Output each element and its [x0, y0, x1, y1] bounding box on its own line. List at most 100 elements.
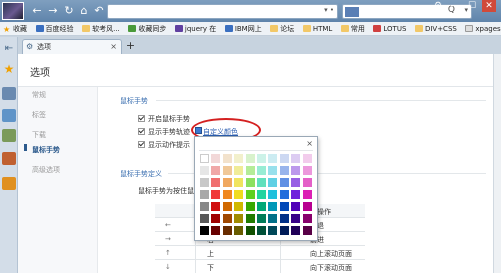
checkbox-show-trail[interactable]	[138, 128, 145, 135]
color-swatch[interactable]	[222, 202, 232, 211]
color-swatch[interactable]	[279, 202, 289, 211]
color-swatch[interactable]	[302, 166, 312, 175]
undo-icon[interactable]: ↶	[92, 4, 106, 18]
user-avatar[interactable]	[2, 2, 24, 20]
color-swatch[interactable]	[211, 154, 221, 163]
search-engine-icon[interactable]	[345, 7, 359, 17]
color-swatch[interactable]	[234, 226, 244, 235]
color-swatch[interactable]	[222, 190, 232, 199]
favorites-star-icon[interactable]: ★	[2, 63, 16, 76]
color-swatch[interactable]	[302, 226, 312, 235]
bookmark-item[interactable]: LOTUS	[373, 22, 406, 35]
color-swatch[interactable]	[234, 214, 244, 223]
color-swatch[interactable]	[257, 190, 266, 199]
color-swatch[interactable]	[279, 154, 289, 163]
bookmark-item[interactable]: DIV+CSS	[414, 22, 457, 35]
color-swatch[interactable]	[234, 190, 244, 199]
color-swatch[interactable]	[200, 178, 209, 187]
color-swatch[interactable]	[222, 154, 232, 163]
color-swatch[interactable]	[291, 154, 301, 163]
color-swatch[interactable]	[268, 178, 278, 187]
close-icon[interactable]: ×	[306, 139, 313, 148]
page-scrollbar[interactable]	[493, 54, 501, 273]
user-group-icon[interactable]	[2, 87, 16, 100]
bookmark-item[interactable]: HTML	[302, 22, 332, 35]
color-swatch[interactable]	[234, 202, 244, 211]
forward-icon[interactable]: →	[46, 4, 60, 18]
bookmark-item[interactable]: 论坛	[270, 22, 294, 35]
color-swatch[interactable]	[302, 154, 312, 163]
new-tab-button[interactable]: +	[124, 40, 137, 53]
color-swatch[interactable]	[268, 214, 278, 223]
bookmark-item[interactable]: IBM网上	[224, 22, 262, 35]
close-window-icon[interactable]: ✕	[482, 0, 496, 12]
color-swatch[interactable]	[234, 166, 244, 175]
option-show-hint[interactable]: 显示动作提示	[138, 140, 190, 150]
color-swatch[interactable]	[200, 226, 209, 235]
color-swatch[interactable]	[291, 166, 301, 175]
nav-mouse-gestures[interactable]: 鼠标手势	[32, 145, 60, 155]
color-swatch[interactable]	[279, 214, 289, 223]
image-icon[interactable]	[2, 109, 16, 122]
color-swatch[interactable]	[234, 178, 244, 187]
color-swatch[interactable]	[302, 214, 312, 223]
color-swatch[interactable]	[211, 202, 221, 211]
bookmark-item[interactable]: xpages	[465, 22, 501, 35]
color-swatch[interactable]	[268, 190, 278, 199]
color-swatch[interactable]	[257, 178, 266, 187]
color-swatch[interactable]	[302, 202, 312, 211]
color-swatch[interactable]	[245, 214, 255, 223]
color-swatch[interactable]	[268, 154, 278, 163]
color-swatch[interactable]	[245, 202, 255, 211]
color-swatch[interactable]	[200, 166, 209, 175]
calendar-icon[interactable]	[2, 152, 16, 165]
color-swatch[interactable]	[211, 178, 221, 187]
bookmark-item[interactable]: 常用	[340, 22, 365, 35]
back-icon[interactable]: ←	[30, 4, 44, 18]
bookmark-item[interactable]: 软考风...	[82, 22, 120, 35]
nav-general[interactable]: 常规	[32, 90, 46, 100]
color-swatch[interactable]	[200, 202, 209, 211]
address-dropdown-icon[interactable]: ▾ •	[324, 6, 334, 14]
maximize-icon[interactable]: ☐	[465, 0, 479, 12]
app-icon[interactable]	[2, 129, 16, 142]
color-swatch[interactable]	[245, 226, 255, 235]
color-swatch[interactable]	[291, 226, 301, 235]
bookmark-item[interactable]: ★ 收藏	[3, 22, 27, 35]
checkbox-show-hint[interactable]	[138, 141, 145, 148]
settings-icon[interactable]: ⚙	[431, 0, 445, 12]
color-swatch[interactable]	[291, 178, 301, 187]
color-swatch[interactable]	[222, 166, 232, 175]
color-swatch[interactable]	[268, 166, 278, 175]
minimize-icon[interactable]: —	[448, 0, 462, 12]
color-swatch[interactable]	[211, 166, 221, 175]
color-swatch[interactable]	[211, 190, 221, 199]
color-swatch[interactable]	[222, 178, 232, 187]
color-swatch[interactable]	[211, 214, 221, 223]
color-swatch[interactable]	[257, 154, 266, 163]
color-swatch[interactable]	[268, 202, 278, 211]
color-swatch[interactable]	[257, 214, 266, 223]
color-swatch[interactable]	[245, 190, 255, 199]
checkbox-enable-gestures[interactable]	[138, 115, 145, 122]
color-swatch[interactable]	[234, 154, 244, 163]
color-swatch[interactable]	[245, 166, 255, 175]
color-swatch[interactable]	[302, 190, 312, 199]
option-show-trail[interactable]: 显示手势轨迹	[138, 127, 190, 137]
color-swatch[interactable]	[200, 154, 209, 163]
color-swatch[interactable]	[200, 214, 209, 223]
address-bar[interactable]: ▾ •	[107, 4, 338, 19]
color-swatch[interactable]	[245, 154, 255, 163]
home-icon[interactable]: ⌂	[77, 4, 91, 18]
color-swatch[interactable]	[257, 202, 266, 211]
color-swatch[interactable]	[222, 226, 232, 235]
tab-options[interactable]: ⚙ 选项 ×	[22, 39, 122, 54]
option-enable-gestures[interactable]: 开启鼠标手势	[138, 114, 190, 124]
nav-advanced[interactable]: 高级选项	[32, 165, 60, 175]
color-swatch[interactable]	[200, 190, 209, 199]
color-swatch[interactable]	[279, 178, 289, 187]
color-swatch[interactable]	[291, 202, 301, 211]
color-swatch[interactable]	[279, 190, 289, 199]
nav-downloads[interactable]: 下载	[32, 130, 46, 140]
collapse-sidebar-icon[interactable]: ⇤	[2, 43, 16, 56]
